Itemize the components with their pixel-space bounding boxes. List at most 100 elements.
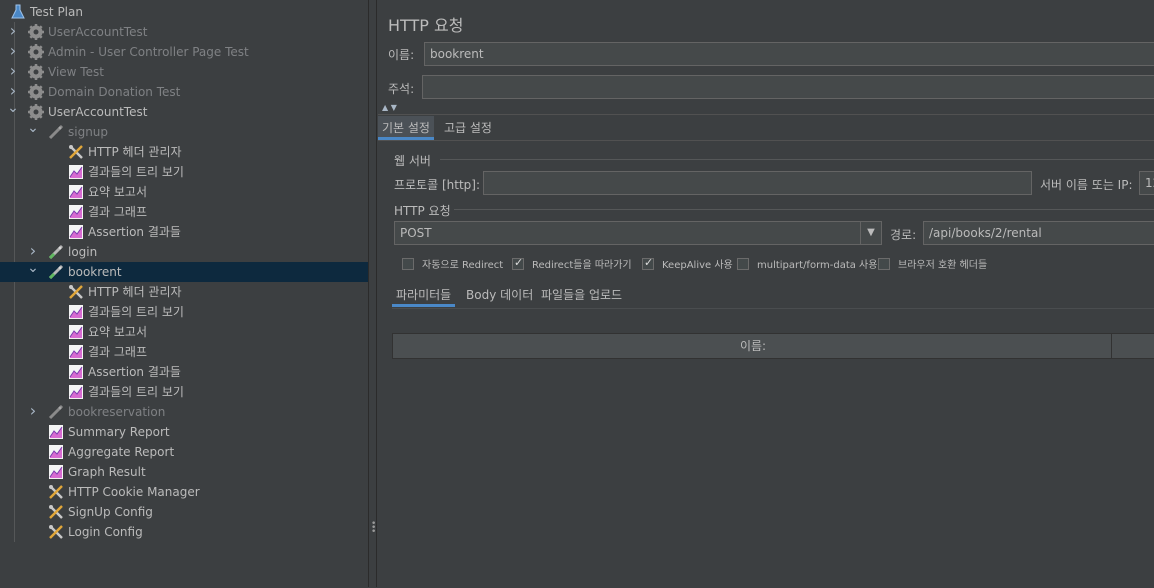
chevron-right-icon[interactable]: › bbox=[7, 62, 19, 82]
tree-node[interactable]: 결과 그래프 bbox=[0, 202, 368, 222]
page-title: HTTP 요청 bbox=[388, 16, 464, 35]
tab-content bbox=[378, 140, 1154, 588]
gear-icon bbox=[28, 44, 44, 60]
tree-node[interactable]: 결과들의 트리 보기 bbox=[0, 162, 368, 182]
chart-icon bbox=[48, 424, 64, 440]
tree-node[interactable]: Login Config bbox=[0, 522, 368, 542]
tree-node-label: 요약 보고서 bbox=[88, 185, 148, 199]
chevron-right-icon[interactable]: › bbox=[7, 82, 19, 102]
chevron-down-icon[interactable]: ▼ bbox=[860, 222, 881, 244]
chevron-right-icon[interactable]: › bbox=[27, 242, 39, 262]
method-select-value: POST bbox=[400, 226, 432, 240]
http-request-panel: HTTP 요청 이름: bookrent 주석: ▲ ▼ 기본 설정 고급 설정 … bbox=[378, 0, 1154, 588]
pipette-icon bbox=[48, 404, 64, 420]
tree-node[interactable]: ⌄ signup bbox=[0, 121, 368, 142]
checkbox[interactable] bbox=[402, 258, 414, 270]
chevron-down-icon[interactable]: ⌄ bbox=[7, 101, 19, 122]
chevron-right-icon[interactable]: › bbox=[7, 42, 19, 62]
checkbox[interactable] bbox=[737, 258, 749, 270]
tree-node[interactable]: 요약 보고서 bbox=[0, 182, 368, 202]
tree-node-label: Login Config bbox=[68, 525, 143, 539]
tab-files-upload[interactable]: 파일들을 업로드 bbox=[537, 283, 626, 307]
tree-node-label: 결과 그래프 bbox=[88, 205, 148, 219]
tree-node[interactable]: › UserAccountTest bbox=[0, 22, 368, 42]
gear-icon bbox=[28, 84, 44, 100]
tree-node[interactable]: Aggregate Report bbox=[0, 442, 368, 462]
tree-node[interactable]: Summary Report bbox=[0, 422, 368, 442]
checkbox-label: multipart/form-data 사용 bbox=[757, 260, 878, 271]
protocol-input[interactable] bbox=[483, 171, 1032, 195]
tree-node-label: login bbox=[68, 245, 98, 259]
test-plan-tree: Test Plan › UserAccountTest › Admin - User C… bbox=[0, 0, 368, 587]
chart-icon bbox=[68, 304, 84, 320]
checkbox[interactable] bbox=[878, 258, 890, 270]
tree-node[interactable]: › login bbox=[0, 242, 368, 262]
tree-node[interactable]: HTTP Cookie Manager bbox=[0, 482, 368, 502]
tree-node[interactable]: Test Plan bbox=[0, 2, 368, 22]
tools-icon bbox=[48, 504, 64, 520]
tree-node-label: HTTP 헤더 관리자 bbox=[88, 145, 182, 159]
chart-icon bbox=[68, 364, 84, 380]
checkbox[interactable] bbox=[512, 256, 524, 270]
chart-icon bbox=[68, 324, 84, 340]
tree-node[interactable]: › bookreservation bbox=[0, 402, 368, 422]
column-header-name: 이름: bbox=[739, 339, 767, 353]
tree-node-label: Summary Report bbox=[68, 425, 170, 439]
param-table-header-name[interactable]: 이름: bbox=[392, 333, 1112, 359]
server-name-input[interactable]: 12 bbox=[1139, 171, 1154, 195]
tab-body-data[interactable]: Body 데이터 bbox=[462, 283, 537, 307]
chevron-down-icon[interactable]: ⌄ bbox=[27, 121, 39, 142]
tree-node[interactable]: Assertion 결과들 bbox=[0, 222, 368, 242]
divider bbox=[378, 114, 1154, 115]
tree-node[interactable]: HTTP 헤더 관리자 bbox=[0, 142, 368, 162]
panel-splitter[interactable]: • • • bbox=[368, 0, 377, 587]
tree-node-label: 결과 그래프 bbox=[88, 345, 148, 359]
checkbox[interactable] bbox=[642, 256, 654, 270]
path-input[interactable]: /api/books/2/rental bbox=[923, 221, 1154, 245]
tools-icon bbox=[68, 144, 84, 160]
http-request-section-line bbox=[454, 209, 1154, 210]
param-table-header-value[interactable] bbox=[1111, 333, 1154, 359]
tree-node[interactable]: HTTP 헤더 관리자 bbox=[0, 282, 368, 302]
chart-icon bbox=[68, 344, 84, 360]
tree-node[interactable]: ⌄ UserAccountTest bbox=[0, 101, 368, 122]
tree-node-label: 요약 보고서 bbox=[88, 325, 148, 339]
gear-icon bbox=[28, 64, 44, 80]
http-request-section-title: HTTP 요청 bbox=[394, 204, 451, 218]
chevron-down-icon[interactable]: ⌄ bbox=[27, 261, 39, 282]
chart-icon bbox=[48, 444, 64, 460]
tools-icon bbox=[48, 524, 64, 540]
tree-node-label: 결과들의 트리 보기 bbox=[88, 305, 184, 319]
collapse-arrows-icon[interactable]: ▲ ▼ bbox=[382, 104, 397, 112]
tree-node-label: bookreservation bbox=[68, 405, 166, 419]
tree-node[interactable]: › View Test bbox=[0, 62, 368, 82]
pipette-icon bbox=[48, 124, 64, 140]
chevron-right-icon[interactable]: › bbox=[7, 22, 19, 42]
tree-node[interactable]: › Domain Donation Test bbox=[0, 82, 368, 102]
param-tabs-divider bbox=[392, 308, 1154, 309]
gear-icon bbox=[28, 24, 44, 40]
name-input[interactable]: bookrent bbox=[424, 42, 1154, 66]
splitter-grip-icon[interactable]: • • • bbox=[371, 520, 376, 537]
tree-node[interactable]: › Admin - User Controller Page Test bbox=[0, 42, 368, 62]
method-select[interactable]: POST ▼ bbox=[394, 221, 882, 245]
tree-node[interactable]: Assertion 결과들 bbox=[0, 362, 368, 382]
tab-advanced[interactable]: 고급 설정 bbox=[440, 116, 496, 140]
path-label: 경로: bbox=[890, 228, 917, 242]
chevron-right-icon[interactable]: › bbox=[27, 402, 39, 422]
tree-node[interactable]: SignUp Config bbox=[0, 502, 368, 522]
tab-basic[interactable]: 기본 설정 bbox=[378, 116, 434, 140]
checkbox-label: Redirect들을 따라가기 bbox=[532, 260, 632, 271]
tree-node-label: signup bbox=[68, 125, 109, 139]
tree-node-label: Admin - User Controller Page Test bbox=[48, 45, 249, 59]
tree-node[interactable]: 결과 그래프 bbox=[0, 342, 368, 362]
tree-node-label: Assertion 결과들 bbox=[88, 365, 181, 379]
comment-input[interactable] bbox=[422, 75, 1154, 99]
tab-parameters[interactable]: 파라미터들 bbox=[392, 283, 456, 307]
tree-node[interactable]: ⌄ bookrent bbox=[0, 261, 368, 282]
tree-node[interactable]: 결과들의 트리 보기 bbox=[0, 382, 368, 402]
tree-node[interactable]: 결과들의 트리 보기 bbox=[0, 302, 368, 322]
tree-node[interactable]: Graph Result bbox=[0, 462, 368, 482]
tree-node-label: 결과들의 트리 보기 bbox=[88, 165, 184, 179]
tree-node[interactable]: 요약 보고서 bbox=[0, 322, 368, 342]
